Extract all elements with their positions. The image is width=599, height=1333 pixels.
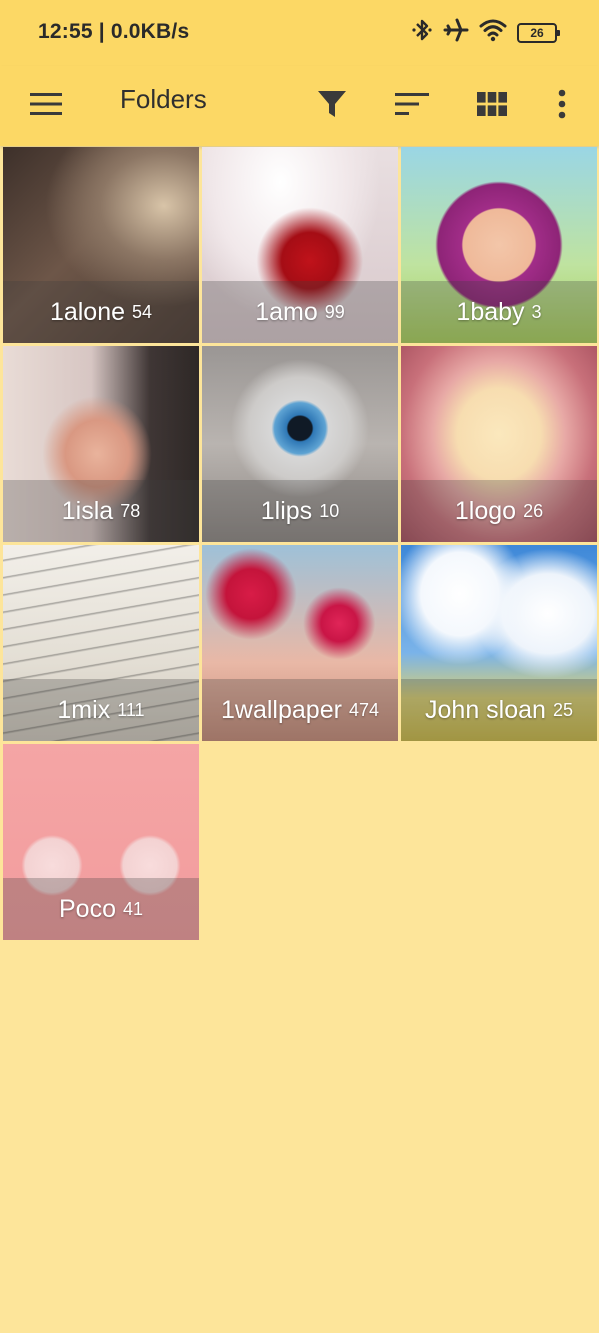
folder-count: 99: [324, 301, 345, 322]
folder-tile[interactable]: 1mix 111: [3, 545, 199, 741]
folder-caption: 1lips 10: [202, 480, 398, 542]
folder-caption: John sloan 25: [401, 679, 597, 741]
grid-view-button[interactable]: [467, 81, 517, 131]
filter-button[interactable]: [307, 81, 357, 131]
sort-button[interactable]: [387, 81, 437, 131]
status-separator: |: [98, 20, 111, 43]
folder-count: 3: [531, 301, 542, 322]
more-options-button[interactable]: [537, 81, 587, 131]
grid-view-icon: [477, 91, 507, 121]
folder-name: 1baby: [456, 297, 525, 326]
folder-tile[interactable]: 1logo 26: [401, 346, 597, 542]
battery-icon: 26: [517, 22, 560, 43]
folder-name: 1alone: [49, 297, 126, 326]
folder-tile[interactable]: 1alone 54: [3, 147, 199, 343]
folder-count: 41: [122, 898, 143, 919]
folder-caption: 1logo 26: [401, 480, 597, 542]
folder-caption: Poco 41: [3, 878, 199, 940]
folder-count: 10: [319, 500, 340, 521]
folder-count: 26: [523, 500, 544, 521]
folder-name: John sloan: [425, 695, 546, 724]
menu-button[interactable]: [21, 81, 71, 131]
status-bar: 12:55 | 0.0KB/s 26: [0, 0, 599, 66]
folder-caption: 1alone 54: [3, 281, 199, 343]
app-bar: Folders: [0, 66, 599, 146]
folder-tile[interactable]: John sloan 25: [401, 545, 597, 741]
folder-name: 1amo: [255, 297, 318, 326]
folder-caption: 1baby 3: [401, 281, 597, 343]
folder-count: 78: [120, 500, 141, 521]
folder-count: 54: [132, 301, 153, 322]
folder-tile[interactable]: Poco 41: [3, 744, 199, 940]
folder-caption: 1amo 99: [202, 281, 398, 343]
folder-tile[interactable]: 1amo 99: [202, 147, 398, 343]
folder-count: 474: [348, 699, 379, 720]
status-icons: 26: [411, 17, 560, 48]
folder-tile[interactable]: 1isla 78: [3, 346, 199, 542]
folder-name: 1logo: [454, 496, 517, 525]
folder-tile[interactable]: 1baby 3: [401, 147, 597, 343]
wifi-icon: [479, 18, 507, 47]
status-network-speed: 0.0KB/s: [110, 20, 190, 43]
folder-tile[interactable]: 1wallpaper 474: [202, 545, 398, 741]
more-icon: [557, 89, 567, 124]
status-time: 12:55: [38, 20, 93, 43]
menu-icon: [29, 91, 63, 122]
page-title: Folders: [120, 84, 207, 114]
folder-tile[interactable]: 1lips 10: [202, 346, 398, 542]
folder-caption: 1isla 78: [3, 480, 199, 542]
sort-icon: [394, 91, 430, 122]
airplane-icon: [443, 17, 469, 48]
folder-name: Poco: [58, 894, 116, 923]
folder-count: 111: [117, 699, 145, 720]
folder-name: 1lips: [260, 496, 313, 525]
bluetooth-icon: [411, 17, 433, 48]
folder-name: 1mix: [57, 695, 111, 724]
folder-count: 25: [552, 699, 573, 720]
folder-name: 1wallpaper: [221, 695, 342, 724]
folder-grid: 1alone 54 1amo 99 1baby 3 1isla 78 1lips…: [3, 147, 597, 940]
folder-caption: 1wallpaper 474: [202, 679, 398, 741]
folder-caption: 1mix 111: [3, 679, 199, 741]
status-time-speed: 12:55 | 0.0KB/s: [38, 20, 189, 44]
filter-icon: [317, 89, 347, 124]
folder-name: 1isla: [61, 496, 114, 525]
